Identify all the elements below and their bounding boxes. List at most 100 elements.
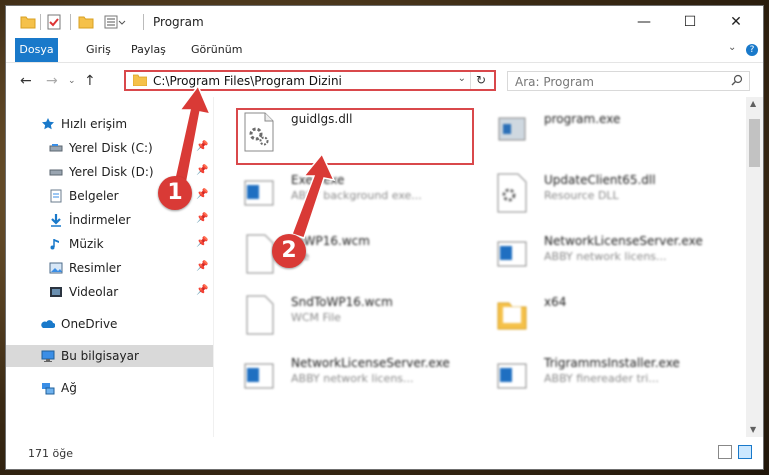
back-button[interactable]: ← (20, 73, 32, 89)
file-item[interactable]: x64 (489, 291, 729, 347)
forward-button[interactable]: → (46, 73, 58, 89)
sidebar-item-label: Ağ (61, 381, 77, 395)
search-input[interactable]: Ara: Program (515, 75, 594, 89)
scroll-down-icon[interactable]: ▼ (750, 425, 756, 434)
exe-window-icon (497, 363, 527, 389)
sidebar-item-onedrive[interactable]: OneDrive (6, 313, 213, 335)
file-type: ABBY network licens... (291, 372, 414, 385)
maximize-button[interactable]: ☐ (667, 6, 713, 38)
scroll-thumb[interactable] (749, 119, 760, 167)
toolbar-separator (40, 14, 41, 30)
file-item[interactable]: NetworkLicenseServer.exe ABBY network li… (236, 352, 476, 408)
explorer-window: Program — ☐ ✕ Dosya Giriş Paylaş Görünüm… (5, 5, 764, 470)
item-count: 171 öğe (28, 447, 73, 460)
file-type: WCM File (291, 311, 341, 324)
onedrive-icon (41, 320, 55, 328)
drive-icon (49, 144, 63, 152)
sidebar-item-label: Resimler (69, 261, 122, 275)
sidebar-item-this-pc[interactable]: Bu bilgisayar (6, 345, 213, 367)
sidebar-item-label: Bu bilgisayar (61, 349, 139, 363)
pin-icon[interactable]: 📌 (196, 285, 208, 296)
new-folder-icon[interactable] (78, 14, 94, 30)
sidebar-item-label: İndirmeler (69, 213, 131, 227)
up-button[interactable]: ↑ (84, 73, 96, 89)
pin-icon[interactable]: 📌 (196, 213, 208, 224)
ribbon-expand-icon[interactable]: ⌄ (728, 42, 736, 53)
sidebar-item-label: Yerel Disk (D:) (69, 165, 154, 179)
window-title: Program (153, 15, 204, 29)
sidebar-item-label: Videolar (69, 285, 119, 299)
file-type: ABBY finereader tri... (544, 372, 659, 385)
exe-window-icon (244, 363, 274, 389)
refresh-button[interactable]: ↻ (470, 72, 491, 89)
address-dropdown-icon[interactable]: ⌄ (458, 73, 466, 84)
folder-icon (133, 74, 147, 86)
download-icon (51, 214, 61, 227)
tab-view[interactable]: Görünüm (181, 38, 252, 62)
videos-icon (50, 287, 62, 297)
blank-file-icon (246, 234, 274, 274)
pin-icon[interactable]: 📌 (196, 261, 208, 272)
tab-file[interactable]: Dosya (15, 38, 58, 62)
title-bar: Program — ☐ ✕ (6, 6, 763, 38)
file-name: NetworkLicenseServer.exe (544, 234, 703, 248)
sidebar-item-pictures[interactable]: Resimler 📌 (6, 257, 213, 279)
properties-check-icon[interactable] (46, 14, 62, 30)
file-item[interactable]: TrigrammsInstaller.exe ABBY finereader t… (489, 352, 729, 408)
file-item[interactable]: ToWP16.wcm File (236, 230, 476, 286)
search-box[interactable]: Ara: Program (507, 71, 750, 91)
sidebar-item-label: Müzik (69, 237, 104, 251)
file-item[interactable]: program.exe (489, 108, 729, 164)
file-name: x64 (544, 295, 567, 309)
sidebar-item-label: OneDrive (61, 317, 118, 331)
search-icon[interactable] (731, 74, 743, 86)
status-bar: 171 öğe (6, 437, 763, 469)
computer-icon (41, 350, 55, 362)
help-icon[interactable]: ? (746, 44, 758, 56)
file-name: TrigrammsInstaller.exe (544, 356, 680, 370)
sidebar-item-videos[interactable]: Videolar 📌 (6, 281, 213, 303)
ribbon-tabs: Dosya Giriş Paylaş Görünüm ⌄ ? (6, 38, 763, 63)
file-name: UpdateClient65.dll (544, 173, 656, 187)
recent-locations-button[interactable]: ⌄ (68, 76, 76, 86)
customize-toolbar-icon[interactable] (104, 14, 126, 30)
annotation-badge-1: 1 (158, 176, 192, 210)
blank-file-icon (246, 295, 274, 335)
file-item[interactable]: UpdateClient65.dll Resource DLL (489, 169, 729, 225)
close-button[interactable]: ✕ (713, 6, 759, 38)
file-type: Resource DLL (544, 189, 619, 202)
file-item[interactable]: SndToWP16.wcm WCM File (236, 291, 476, 347)
toolbar-separator (70, 14, 71, 30)
drive-icon (49, 169, 63, 176)
sidebar-item-network[interactable]: Ağ (6, 377, 213, 399)
sidebar-item-label: Belgeler (69, 189, 119, 203)
toolbar-separator (143, 14, 144, 30)
exe-window-icon (497, 241, 527, 267)
details-view-icon[interactable] (718, 445, 732, 459)
annotation-badge-2: 2 (272, 234, 306, 268)
file-item[interactable]: Exec.exe ABBY background exe... (236, 169, 476, 225)
exe-window-icon (244, 180, 274, 206)
navigation-bar: ← → ⌄ ↑ C:\Program Files\Program Dizini … (6, 63, 763, 97)
pictures-icon (49, 262, 63, 274)
pin-icon[interactable]: 📌 (196, 237, 208, 248)
folder-icon[interactable] (20, 14, 36, 30)
folder-icon (497, 302, 527, 330)
tab-home[interactable]: Giriş (76, 38, 121, 62)
network-icon (42, 383, 55, 395)
music-icon (50, 239, 59, 250)
exe-icon (498, 117, 526, 141)
sidebar-item-music[interactable]: Müzik 📌 (6, 233, 213, 255)
sidebar-item-downloads[interactable]: İndirmeler 📌 (6, 209, 213, 231)
star-icon (42, 118, 54, 130)
large-icons-view-icon[interactable] (738, 445, 752, 459)
file-name: program.exe (544, 112, 621, 126)
file-name: SndToWP16.wcm (291, 295, 393, 309)
scroll-up-icon[interactable]: ▲ (750, 99, 756, 108)
tab-share[interactable]: Paylaş (121, 38, 176, 62)
vertical-scrollbar[interactable]: ▲ ▼ (746, 97, 763, 437)
file-item[interactable]: NetworkLicenseServer.exe ABBY network li… (489, 230, 729, 286)
minimize-button[interactable]: — (621, 6, 667, 38)
documents-icon (50, 189, 62, 203)
file-name: NetworkLicenseServer.exe (291, 356, 450, 370)
